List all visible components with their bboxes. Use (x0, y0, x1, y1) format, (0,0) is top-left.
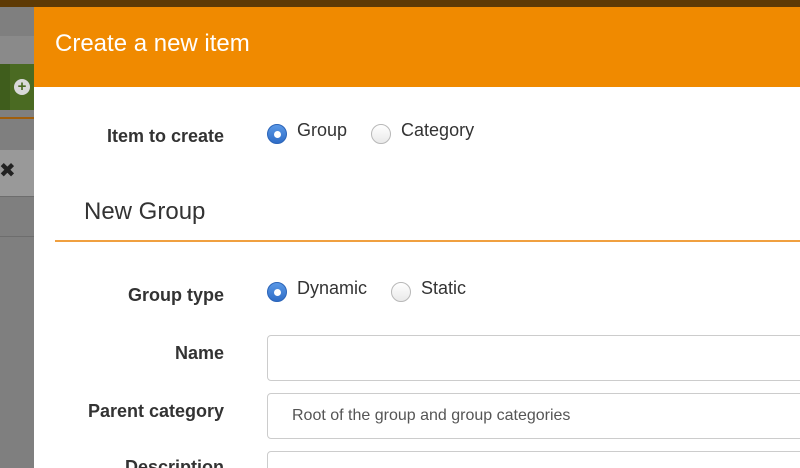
background-top-bar (0, 0, 800, 7)
background-toolbar-edge (0, 64, 10, 110)
radio-static-option[interactable] (391, 282, 412, 302)
radio-static-label[interactable]: Static (421, 278, 466, 299)
description-input[interactable] (267, 451, 800, 468)
radio-dynamic-option[interactable] (267, 282, 287, 302)
radio-category-option[interactable] (371, 124, 392, 144)
section-title: New Group (84, 198, 206, 225)
background-divider (0, 117, 34, 119)
background-strip (0, 36, 34, 64)
parent-category-select[interactable]: Root of the group and group categories (267, 393, 800, 439)
group-type-label: Group type (127, 285, 224, 305)
radio-category-label[interactable]: Category (401, 120, 474, 141)
create-item-modal: Create a new item Item to create Group C… (34, 7, 800, 468)
name-label: Name (174, 343, 224, 363)
radio-group-option[interactable] (267, 124, 287, 144)
item-to-create-radio-group: Group Category (267, 116, 498, 144)
item-to-create-label: Item to create (106, 126, 224, 146)
group-type-radio-group: Dynamic Static (267, 274, 490, 302)
radio-dot (273, 288, 281, 296)
close-icon: ✖ (0, 160, 16, 182)
page: + ✖ Create a new item Item to create Gro… (0, 0, 800, 468)
section-divider (55, 240, 800, 242)
background-divider-2 (0, 236, 34, 237)
radio-group-label[interactable]: Group (297, 120, 347, 141)
add-icon: + (14, 79, 30, 95)
radio-dot (273, 130, 281, 138)
radio-dynamic-label[interactable]: Dynamic (297, 278, 367, 299)
description-label: Description (124, 457, 224, 468)
modal-header: Create a new item (34, 7, 800, 87)
name-input[interactable] (267, 335, 800, 381)
modal-title: Create a new item (55, 30, 250, 57)
parent-category-label: Parent category (87, 401, 224, 421)
